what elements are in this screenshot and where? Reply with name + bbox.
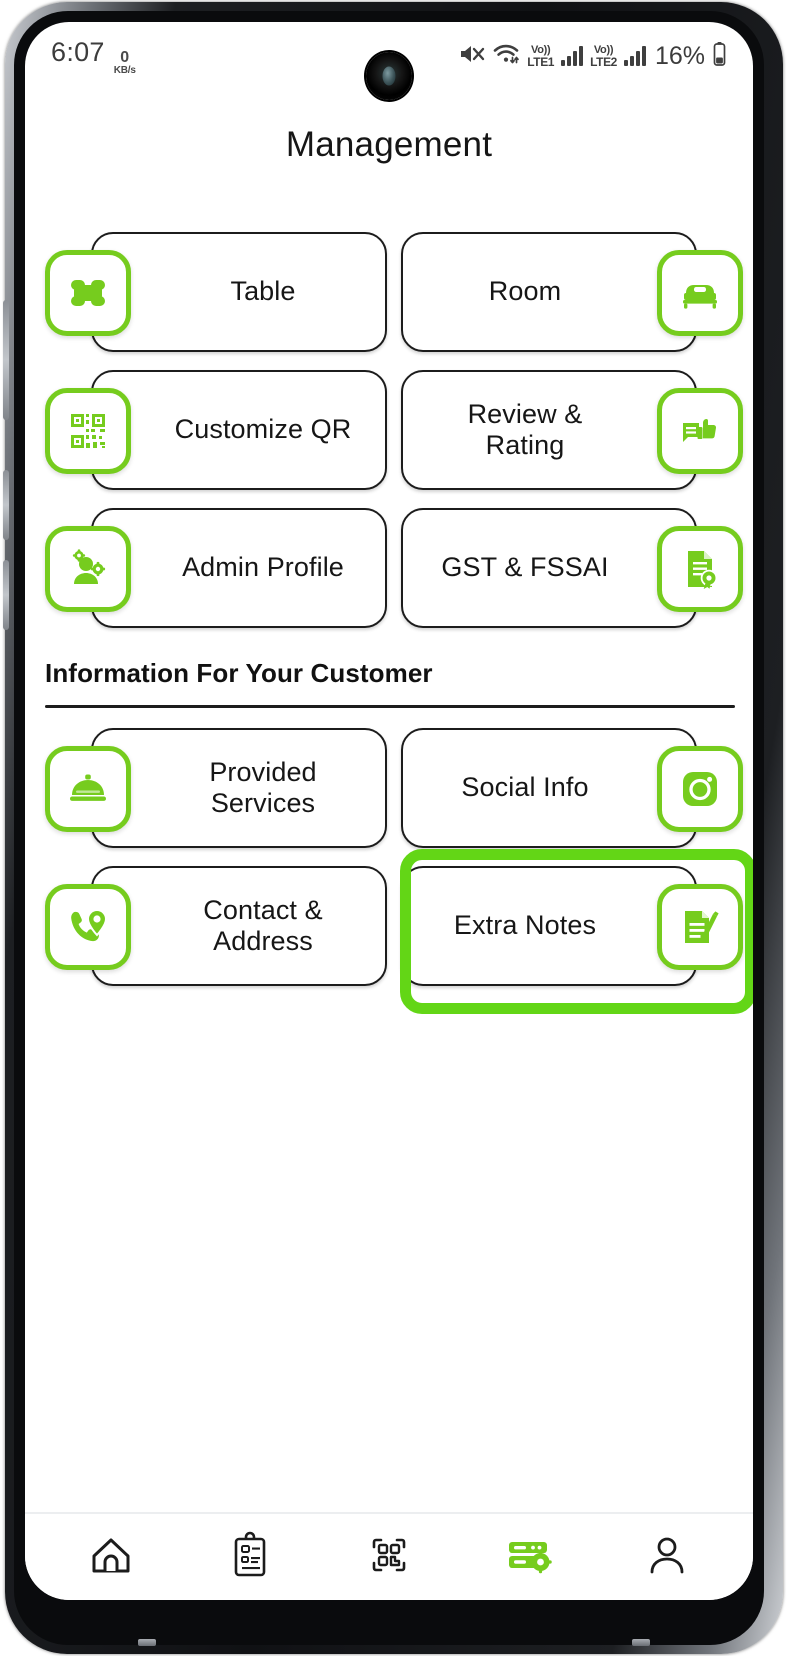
card-surface: Social Info	[401, 728, 697, 848]
network-speed-unit: KB/s	[113, 65, 136, 76]
certificate-icon	[657, 526, 743, 612]
card-customize-qr[interactable]: Customize QR	[45, 370, 387, 490]
status-bar-right: Vo)) LTE1 Vo)) LTE2 16%	[459, 41, 727, 72]
card-label: Admin Profile	[182, 552, 344, 583]
card-label: Customize QR	[174, 414, 352, 445]
card-room[interactable]: Room	[401, 232, 743, 352]
phone-screen: 6:07 0 KB/s Vo)) LTE1 Vo)) LTE2 16% Mana…	[25, 22, 753, 1600]
card-label: Extra Notes	[453, 910, 597, 941]
grid-row: Admin Profile GST & FSSAI	[25, 494, 753, 632]
card-label: GST & FSSAI	[441, 552, 609, 583]
service-bell-icon	[45, 746, 131, 832]
wifi-icon	[492, 42, 520, 71]
nav-home[interactable]	[65, 1526, 157, 1588]
mute-icon	[459, 43, 485, 70]
grid-row: Table Room	[25, 218, 753, 356]
person-icon	[643, 1531, 691, 1584]
card-label: Contact & Address	[203, 894, 323, 956]
card-table[interactable]: Table	[45, 232, 387, 352]
card-surface: Room	[401, 232, 697, 352]
sim2-volte-label: LTE2	[590, 54, 617, 69]
network-speed-value: 0	[120, 49, 130, 66]
card-label: Social Info	[461, 772, 589, 803]
card-extra-notes[interactable]: Extra Notes	[401, 866, 743, 986]
status-time: 6:07	[51, 37, 105, 67]
home-icon	[87, 1531, 135, 1584]
battery-icon	[712, 41, 727, 72]
grid-row: Contact & Address Extra Notes	[25, 852, 753, 990]
card-label: Review & Rating	[467, 398, 583, 460]
card-surface: Review & Rating	[401, 370, 697, 490]
card-surface: Extra Notes	[401, 866, 697, 986]
customer-info-grid: Provided Services Social Info Contact & …	[25, 714, 753, 990]
qr-scan-icon	[364, 1531, 414, 1584]
card-surface: Provided Services	[91, 728, 387, 848]
phone-location-icon	[45, 884, 131, 970]
card-review-rating[interactable]: Review & Rating	[401, 370, 743, 490]
sim2-volte-indicator: Vo)) LTE2	[590, 43, 617, 69]
grid-row: Provided Services Social Info	[25, 714, 753, 852]
card-surface: Table	[91, 232, 387, 352]
qr-code-icon	[45, 388, 131, 474]
grid-row: Customize QR Review & Rating	[25, 356, 753, 494]
section-title: Information For Your Customer	[45, 658, 433, 688]
phone-device: 6:07 0 KB/s Vo)) LTE1 Vo)) LTE2 16% Mana…	[0, 0, 788, 1656]
review-thumb-icon	[657, 388, 743, 474]
nav-scan[interactable]	[343, 1526, 435, 1588]
management-grid: Table Room Customize QR Review & Rating …	[25, 218, 753, 632]
card-surface: Admin Profile	[91, 508, 387, 628]
sim2-signal-bars	[623, 46, 646, 66]
power-button[interactable]	[3, 560, 9, 630]
section-divider	[45, 705, 735, 708]
device-foot-right	[632, 1639, 650, 1646]
sim1-signal-bars	[561, 46, 584, 66]
bottom-navigation-bar	[25, 1512, 753, 1600]
card-label: Room	[488, 276, 562, 307]
card-surface: GST & FSSAI	[401, 508, 697, 628]
admin-user-icon	[45, 526, 131, 612]
network-speed-indicator: 0 KB/s	[114, 50, 136, 76]
card-surface: Customize QR	[91, 370, 387, 490]
table-icon	[45, 250, 131, 336]
bed-icon	[657, 250, 743, 336]
sim2-volte-top: Vo))	[593, 43, 614, 56]
volume-up-button[interactable]	[3, 300, 9, 420]
card-admin-profile[interactable]: Admin Profile	[45, 508, 387, 628]
card-gst-fssai[interactable]: GST & FSSAI	[401, 508, 743, 628]
instagram-icon	[657, 746, 743, 832]
card-label: Provided Services	[209, 756, 317, 818]
sim1-volte-label: LTE1	[527, 54, 555, 69]
notes-pencil-icon	[657, 884, 743, 970]
server-gear-icon	[502, 1532, 554, 1583]
battery-percent: 16%	[654, 41, 705, 70]
clipboard-icon	[227, 1531, 273, 1584]
nav-management[interactable]	[482, 1526, 574, 1588]
card-social-info[interactable]: Social Info	[401, 728, 743, 848]
nav-profile[interactable]	[621, 1526, 713, 1588]
card-contact-address[interactable]: Contact & Address	[45, 866, 387, 986]
customer-info-section-header: Information For Your Customer	[25, 658, 753, 708]
card-surface: Contact & Address	[91, 866, 387, 986]
sim1-volte-top: Vo))	[530, 43, 551, 56]
front-camera-punch-hole	[366, 52, 412, 100]
sim1-volte-indicator: Vo)) LTE1	[527, 43, 555, 69]
nav-orders[interactable]	[204, 1526, 296, 1588]
page-title: Management	[285, 125, 493, 164]
volume-down-button[interactable]	[3, 470, 9, 540]
card-provided-services[interactable]: Provided Services	[45, 728, 387, 848]
card-label: Table	[230, 276, 296, 307]
device-foot-left	[138, 1639, 156, 1646]
status-bar-left: 6:07 0 KB/s	[51, 37, 136, 76]
